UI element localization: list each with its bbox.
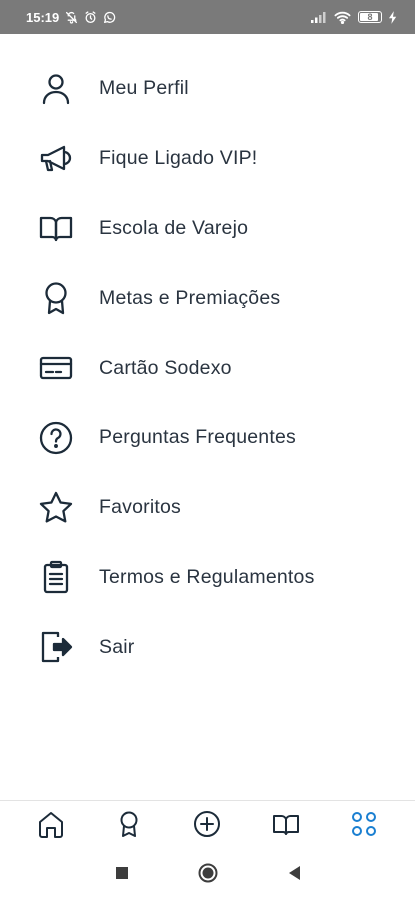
book-icon bbox=[271, 809, 301, 844]
alarm-icon bbox=[84, 10, 97, 24]
menu-item-label: Sair bbox=[99, 635, 135, 658]
menu-item-label: Perguntas Frequentes bbox=[99, 426, 296, 449]
back-button[interactable] bbox=[282, 864, 306, 888]
nav-awards-button[interactable] bbox=[104, 804, 154, 848]
menu-item-cartao-sodexo[interactable]: Cartão Sodexo bbox=[0, 333, 415, 403]
nav-menu-button[interactable] bbox=[339, 804, 389, 848]
menu-item-escola-de-varejo[interactable]: Escola de Varejo bbox=[0, 194, 415, 264]
menu-item-label: Escola de Varejo bbox=[99, 216, 249, 239]
book-icon bbox=[38, 210, 74, 246]
recents-icon bbox=[115, 866, 129, 885]
menu-item-label: Meu Perfil bbox=[99, 77, 189, 100]
system-home-button[interactable] bbox=[196, 863, 220, 888]
menu-item-metas-e-premiacoes[interactable]: Metas e Premiações bbox=[0, 263, 415, 333]
star-icon bbox=[38, 490, 74, 526]
menu-item-termos-e-regulamentos[interactable]: Termos e Regulamentos bbox=[0, 543, 415, 613]
back-icon bbox=[287, 865, 301, 886]
menu-item-fique-ligado-vip[interactable]: Fique Ligado VIP! bbox=[0, 124, 415, 194]
whatsapp-icon bbox=[103, 11, 116, 24]
award-icon bbox=[38, 280, 74, 316]
status-time: 15:19 bbox=[26, 9, 60, 25]
menu-item-perguntas-frequentes[interactable]: Perguntas Frequentes bbox=[0, 403, 415, 473]
system-nav-bar bbox=[0, 851, 415, 900]
wifi-icon bbox=[334, 11, 351, 24]
user-icon bbox=[38, 71, 74, 107]
signal-icon bbox=[311, 11, 327, 23]
battery-icon: 8 bbox=[358, 11, 382, 23]
logout-icon bbox=[38, 629, 74, 665]
bottom-nav bbox=[0, 800, 415, 851]
menu-item-label: Metas e Premiações bbox=[99, 286, 281, 309]
megaphone-icon bbox=[38, 141, 74, 177]
status-right: 8 bbox=[311, 10, 397, 24]
home-icon bbox=[36, 809, 66, 844]
battery-level: 8 bbox=[367, 11, 373, 22]
nav-home-button[interactable] bbox=[26, 804, 76, 848]
menu-item-label: Favoritos bbox=[99, 496, 181, 519]
status-left: 15:19 bbox=[26, 10, 116, 25]
status-bar: 15:19 8 bbox=[0, 0, 415, 34]
home-circle-icon bbox=[198, 863, 218, 888]
clipboard-icon bbox=[38, 559, 74, 595]
menu-item-favoritos[interactable]: Favoritos bbox=[0, 473, 415, 543]
recents-button[interactable] bbox=[110, 864, 134, 888]
charging-icon bbox=[389, 10, 397, 24]
nav-add-button[interactable] bbox=[182, 804, 232, 848]
award-icon bbox=[114, 809, 144, 844]
credit-card-icon bbox=[38, 350, 74, 386]
menu-item-sair[interactable]: Sair bbox=[0, 612, 415, 682]
menu-list: Meu Perfil Fique Ligado VIP! Escola de V… bbox=[0, 54, 415, 682]
nav-school-button[interactable] bbox=[261, 804, 311, 848]
help-circle-icon bbox=[38, 420, 74, 456]
plus-circle-icon bbox=[192, 809, 222, 844]
menu-item-label: Cartão Sodexo bbox=[99, 356, 232, 379]
menu-grid-icon bbox=[349, 809, 379, 844]
menu-item-label: Termos e Regulamentos bbox=[99, 565, 315, 588]
menu-item-meu-perfil[interactable]: Meu Perfil bbox=[0, 54, 415, 124]
menu-item-label: Fique Ligado VIP! bbox=[99, 147, 258, 170]
notification-off-icon bbox=[65, 11, 78, 24]
